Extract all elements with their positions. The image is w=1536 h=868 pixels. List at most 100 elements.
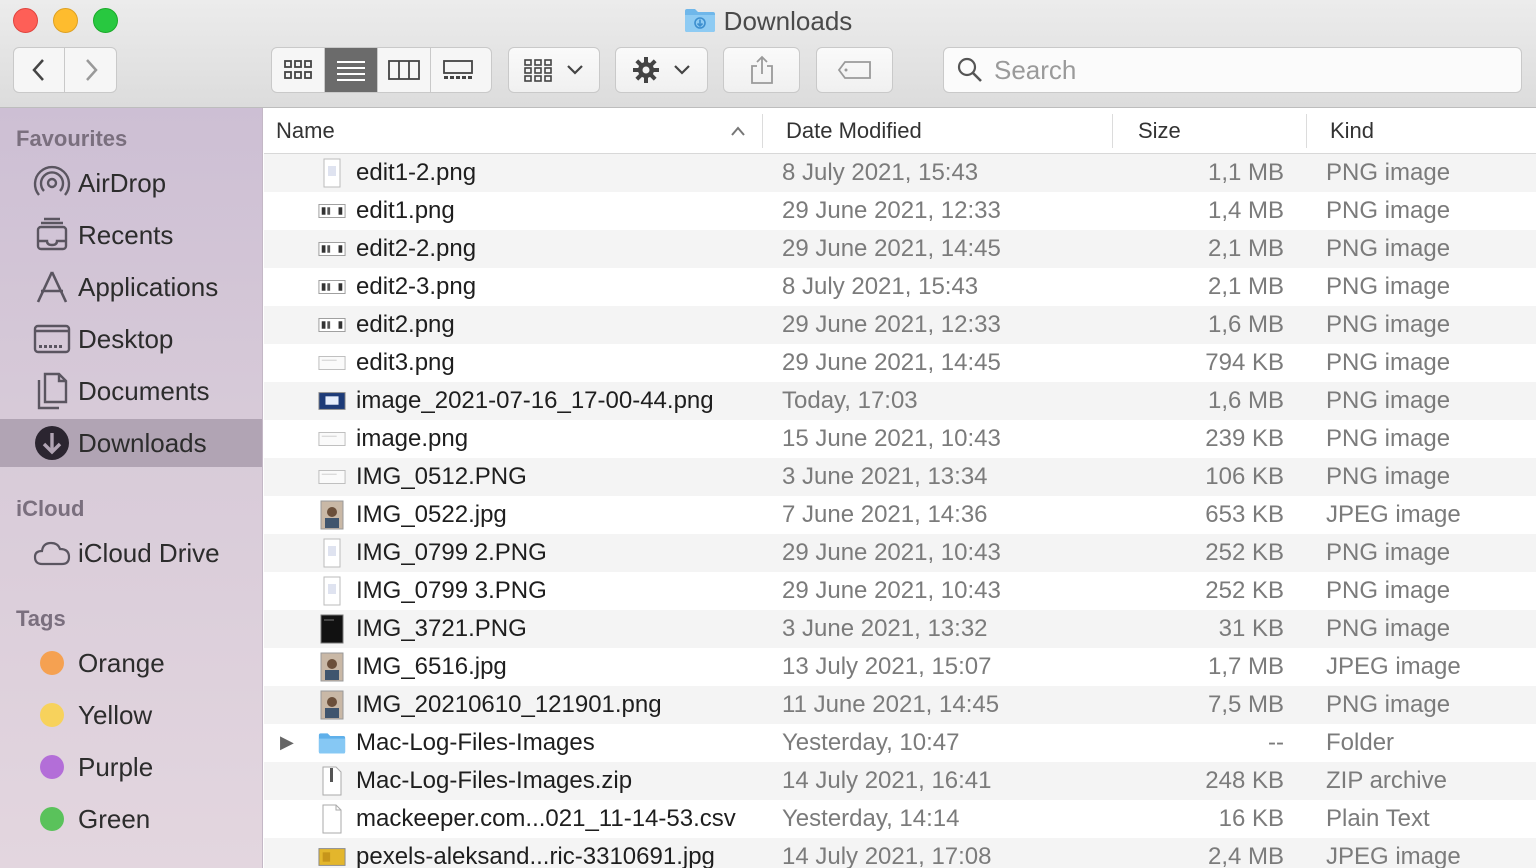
file-name: mackeeper.com...021_11-14-53.csv bbox=[356, 805, 736, 832]
column-view-button[interactable] bbox=[378, 48, 431, 92]
file-row[interactable]: IMG_0512.PNG 3 June 2021, 13:34 106 KB PNG … bbox=[264, 458, 1536, 496]
sidebar-tag-purple[interactable]: Purple bbox=[0, 743, 262, 791]
column-header-size[interactable]: Size bbox=[1138, 108, 1181, 154]
file-date-modified: 8 July 2021, 15:43 bbox=[782, 273, 979, 300]
sidebar-item-recents[interactable]: Recents bbox=[0, 211, 262, 259]
file-size: 2,1 MB bbox=[1207, 273, 1284, 300]
file-row[interactable]: IMG_6516.jpg 13 July 2021, 15:07 1,7 MB JPE… bbox=[264, 648, 1536, 686]
column-header-kind[interactable]: Kind bbox=[1330, 108, 1374, 154]
file-date-modified: 7 June 2021, 14:36 bbox=[782, 501, 988, 528]
file-row[interactable]: edit1-2.png 8 July 2021, 15:43 1,1 MB PNG i… bbox=[264, 154, 1536, 192]
file-kind: PNG image bbox=[1326, 387, 1451, 414]
file-size: 1,4 MB bbox=[1207, 197, 1284, 224]
file-thumbnail-icon bbox=[318, 538, 346, 568]
file-row[interactable]: image.png 15 June 2021, 10:43 239 KB PNG im… bbox=[264, 420, 1536, 458]
file-row[interactable]: IMG_0799 3.PNG 29 June 2021, 10:43 252 KB P… bbox=[264, 572, 1536, 610]
file-size: 31 KB bbox=[1218, 615, 1284, 642]
group-by-button[interactable] bbox=[508, 47, 600, 93]
back-button[interactable] bbox=[14, 48, 66, 92]
list-view-button[interactable] bbox=[325, 48, 378, 92]
sidebar-item-label: Recents bbox=[78, 219, 174, 250]
yellow-tag-dot bbox=[40, 703, 64, 727]
file-kind: JPEG image bbox=[1326, 653, 1461, 680]
sidebar-item-label: Applications bbox=[78, 271, 219, 302]
view-switcher bbox=[271, 47, 492, 93]
file-date-modified: 29 June 2021, 12:33 bbox=[782, 197, 1001, 224]
file-kind: PNG image bbox=[1326, 691, 1451, 718]
file-name: IMG_0512.PNG bbox=[356, 463, 527, 490]
search-input[interactable] bbox=[992, 53, 1496, 87]
file-kind: PNG image bbox=[1326, 615, 1451, 642]
file-size: 252 KB bbox=[1205, 577, 1284, 604]
file-kind: PNG image bbox=[1326, 425, 1451, 452]
search-field[interactable] bbox=[943, 47, 1522, 93]
file-thumbnail-icon bbox=[318, 196, 346, 226]
sidebar-item-label: Orange bbox=[78, 647, 165, 678]
file-kind: Plain Text bbox=[1326, 805, 1430, 832]
file-name: IMG_20210610_121901.png bbox=[356, 691, 662, 718]
sidebar-item-label: Desktop bbox=[78, 323, 174, 354]
sort-ascending-icon bbox=[731, 126, 745, 136]
icon-view-button[interactable] bbox=[272, 48, 325, 92]
chevron-right-icon bbox=[85, 59, 98, 81]
column-header-date[interactable]: Date Modified bbox=[786, 108, 922, 154]
file-size: 2,1 MB bbox=[1207, 235, 1284, 262]
file-row[interactable]: edit2-3.png 8 July 2021, 15:43 2,1 MB PNG i… bbox=[264, 268, 1536, 306]
gallery-view-button[interactable] bbox=[431, 48, 484, 92]
file-date-modified: 29 June 2021, 10:43 bbox=[782, 577, 1001, 604]
file-name: pexels-aleksand...ric-3310691.jpg bbox=[356, 843, 715, 868]
file-row[interactable]: edit2-2.png 29 June 2021, 14:45 2,1 MB PNG … bbox=[264, 230, 1536, 268]
list-view-icon bbox=[337, 61, 365, 81]
file-thumbnail-icon bbox=[318, 500, 346, 530]
file-row[interactable]: pexels-aleksand...ric-3310691.jpg 14 July… bbox=[264, 838, 1536, 868]
file-row[interactable]: edit2.png 29 June 2021, 12:33 1,6 MB PNG im… bbox=[264, 306, 1536, 344]
tags-button[interactable] bbox=[816, 47, 893, 93]
file-row[interactable]: edit1.png 29 June 2021, 12:33 1,4 MB PNG im… bbox=[264, 192, 1536, 230]
action-button[interactable] bbox=[615, 47, 708, 93]
sidebar-item-icloud-drive[interactable]: iCloud Drive bbox=[0, 529, 262, 577]
toolbar: Downloads bbox=[0, 0, 1536, 108]
window-title: Downloads bbox=[0, 6, 1536, 40]
file-name: edit2-2.png bbox=[356, 235, 477, 262]
file-thumbnail-icon bbox=[318, 652, 346, 682]
file-row[interactable]: ▶ Mac-Log-Files-Images Yesterday, 10:47 -- F… bbox=[264, 724, 1536, 762]
forward-button[interactable] bbox=[65, 48, 116, 92]
sidebar-tag-yellow[interactable]: Yellow bbox=[0, 691, 262, 739]
file-date-modified: Today, 17:03 bbox=[782, 387, 918, 414]
disclosure-triangle-icon[interactable]: ▶ bbox=[280, 732, 294, 753]
sidebar-item-documents[interactable]: Documents bbox=[0, 367, 262, 415]
sidebar-item-downloads[interactable]: Downloads bbox=[0, 419, 262, 467]
recents-icon bbox=[32, 215, 72, 255]
file-row[interactable]: mackeeper.com...021_11-14-53.csv Yesterda… bbox=[264, 800, 1536, 838]
downloads-icon bbox=[32, 423, 72, 463]
file-name: IMG_0799 2.PNG bbox=[356, 539, 547, 566]
column-header-name[interactable]: Name bbox=[276, 108, 335, 154]
sidebar-tag-green[interactable]: Green bbox=[0, 795, 262, 843]
file-kind: JPEG image bbox=[1326, 843, 1461, 868]
file-kind: ZIP archive bbox=[1326, 767, 1447, 794]
file-row[interactable]: IMG_0522.jpg 7 June 2021, 14:36 653 KB JPEG… bbox=[264, 496, 1536, 534]
sidebar-tag-orange[interactable]: Orange bbox=[0, 639, 262, 687]
file-name: edit1.png bbox=[356, 197, 455, 224]
file-size: 1,1 MB bbox=[1207, 159, 1284, 186]
file-row[interactable]: image_2021-07-16_17-00-44.png Today, 17:0… bbox=[264, 382, 1536, 420]
file-name: IMG_0522.jpg bbox=[356, 501, 507, 528]
airdrop-icon bbox=[32, 163, 72, 203]
file-name: Mac-Log-Files-Images bbox=[356, 729, 595, 756]
file-row[interactable]: Mac-Log-Files-Images.zip 14 July 2021, 16… bbox=[264, 762, 1536, 800]
file-date-modified: 3 June 2021, 13:34 bbox=[782, 463, 988, 490]
file-name: IMG_0799 3.PNG bbox=[356, 577, 547, 604]
file-thumbnail-icon bbox=[318, 576, 346, 606]
file-thumbnail-icon bbox=[318, 842, 346, 868]
file-row[interactable]: IMG_20210610_121901.png 11 June 2021, 14:… bbox=[264, 686, 1536, 724]
sidebar-item-desktop[interactable]: Desktop bbox=[0, 315, 262, 363]
file-row[interactable]: IMG_3721.PNG 3 June 2021, 13:32 31 KB PNG i… bbox=[264, 610, 1536, 648]
file-thumbnail-icon bbox=[318, 614, 346, 644]
share-button[interactable] bbox=[723, 47, 800, 93]
sidebar-item-airdrop[interactable]: AirDrop bbox=[0, 159, 262, 207]
file-kind: PNG image bbox=[1326, 539, 1451, 566]
file-row[interactable]: IMG_0799 2.PNG 29 June 2021, 10:43 252 KB P… bbox=[264, 534, 1536, 572]
file-row[interactable]: edit3.png 29 June 2021, 14:45 794 KB PNG im… bbox=[264, 344, 1536, 382]
file-name: edit2.png bbox=[356, 311, 455, 338]
sidebar-item-applications[interactable]: Applications bbox=[0, 263, 262, 311]
